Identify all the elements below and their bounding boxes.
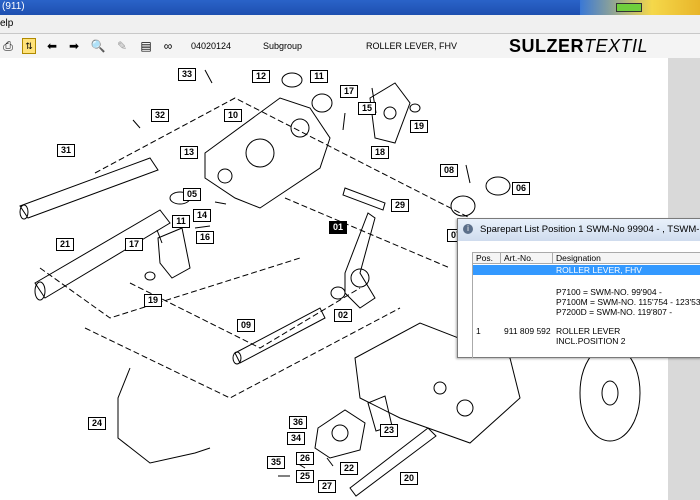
- row-designation: P7100 = SWM-NO. 99'904 -: [556, 287, 662, 297]
- callout-20[interactable]: 20: [400, 472, 418, 485]
- callout-17b[interactable]: 17: [125, 238, 143, 251]
- info-icon: i: [463, 224, 473, 234]
- callout-26[interactable]: 26: [296, 452, 314, 465]
- back-arrow-icon[interactable]: ⬅: [44, 38, 60, 54]
- window-title: (911): [2, 1, 25, 12]
- callout-11b[interactable]: 11: [172, 215, 190, 228]
- sparepart-list-title: Sparepart List Position 1 SWM-No 99904 -…: [480, 224, 700, 235]
- callout-22[interactable]: 22: [340, 462, 358, 475]
- callout-29[interactable]: 29: [391, 199, 409, 212]
- callout-34[interactable]: 34: [287, 432, 305, 445]
- table-row[interactable]: 1 911 809 592 ROLLER LEVER: [473, 326, 700, 336]
- zoom-icon[interactable]: 🔍: [90, 38, 106, 54]
- callout-19b[interactable]: 19: [144, 294, 162, 307]
- callout-06[interactable]: 06: [512, 182, 530, 195]
- row-art-no: 911 809 592: [504, 326, 551, 336]
- sort-icon[interactable]: ⇅: [22, 38, 36, 54]
- subgroup-label: Subgroup: [263, 41, 303, 51]
- binoculars-icon[interactable]: ∞: [160, 38, 176, 54]
- row-designation: P7100M = SWM-NO. 115'754 - 123'531: [556, 297, 700, 307]
- sparepart-table: Pos. Art.-No. Designation ROLLER LEVER, …: [472, 252, 700, 358]
- table-row[interactable]: P7100M = SWM-NO. 115'754 - 123'531: [473, 297, 700, 307]
- table-row[interactable]: ROLLER LEVER, FHV: [473, 265, 700, 275]
- subgroup-value: ROLLER LEVER, FHV: [366, 41, 458, 51]
- callout-33[interactable]: 33: [178, 68, 196, 81]
- column-header-art-no[interactable]: Art.-No.: [501, 253, 553, 264]
- menu-bar: elp: [0, 15, 700, 34]
- callout-24[interactable]: 24: [88, 417, 106, 430]
- battery-icon: [616, 3, 642, 12]
- list-icon[interactable]: ▤: [138, 38, 154, 54]
- brand-logo: SULZERTEXTIL: [508, 36, 648, 56]
- callout-01[interactable]: 01: [329, 221, 347, 234]
- callout-05[interactable]: 05: [183, 188, 201, 201]
- callout-17[interactable]: 17: [340, 85, 358, 98]
- callout-08[interactable]: 08: [440, 164, 458, 177]
- row-designation: INCL.POSITION 2: [556, 336, 626, 346]
- callout-19[interactable]: 19: [410, 120, 428, 133]
- callout-31[interactable]: 31: [57, 144, 75, 157]
- callout-35[interactable]: 35: [267, 456, 285, 469]
- callout-13[interactable]: 13: [180, 146, 198, 159]
- callout-15[interactable]: 15: [358, 102, 376, 115]
- callout-32[interactable]: 32: [151, 109, 169, 122]
- callout-11[interactable]: 11: [310, 70, 328, 83]
- callout-12[interactable]: 12: [252, 70, 270, 83]
- column-header-pos[interactable]: Pos.: [473, 253, 501, 264]
- callout-27[interactable]: 27: [318, 480, 336, 493]
- row-designation: ROLLER LEVER: [556, 326, 621, 336]
- callout-25[interactable]: 25: [296, 470, 314, 483]
- table-row[interactable]: P7100 = SWM-NO. 99'904 -: [473, 287, 700, 297]
- callout-21[interactable]: 21: [56, 238, 74, 251]
- callout-02[interactable]: 02: [334, 309, 352, 322]
- table-row[interactable]: P7200D = SWM-NO. 119'807 -: [473, 307, 700, 317]
- callout-23[interactable]: 23: [380, 424, 398, 437]
- print-icon[interactable]: ⎙: [0, 38, 16, 54]
- callout-36[interactable]: 36: [289, 416, 307, 429]
- column-header-designation[interactable]: Designation: [553, 253, 700, 264]
- sparepart-list-titlebar[interactable]: i Sparepart List Position 1 SWM-No 99904…: [458, 219, 700, 241]
- menu-help[interactable]: elp: [0, 18, 13, 29]
- row-designation: P7200D = SWM-NO. 119'807 -: [556, 307, 673, 317]
- drawing-code: 04020124: [191, 41, 232, 51]
- table-row[interactable]: INCL.POSITION 2: [473, 336, 700, 346]
- forward-arrow-icon[interactable]: ➡: [66, 38, 82, 54]
- callout-18[interactable]: 18: [371, 146, 389, 159]
- callout-16[interactable]: 16: [196, 231, 214, 244]
- callout-14[interactable]: 14: [193, 209, 211, 222]
- window-titlebar: (911): [0, 0, 700, 15]
- row-pos: 1: [476, 326, 481, 336]
- sparepart-list-window[interactable]: i Sparepart List Position 1 SWM-No 99904…: [457, 218, 700, 358]
- callout-10[interactable]: 10: [224, 109, 242, 122]
- tool-icon[interactable]: ✎: [114, 38, 130, 54]
- row-designation: ROLLER LEVER, FHV: [556, 265, 642, 275]
- toolbar: ⎙ ⇅ ⬅ ➡ 🔍 ✎ ▤ ∞ 04020124 Subgroup ROLLER…: [0, 34, 700, 59]
- callout-09[interactable]: 09: [237, 319, 255, 332]
